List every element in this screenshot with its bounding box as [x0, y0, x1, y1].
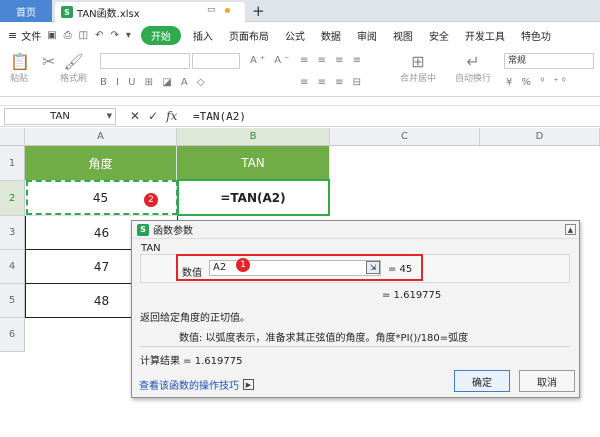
font-size-select[interactable] [192, 53, 240, 69]
cancel-button[interactable]: 取消 [519, 370, 575, 392]
name-box-value: TAN [50, 111, 70, 122]
menu-bar: ≡ 文件 ▣ ⎙ ◫ ↶ ↷ ▾ 开始 插入 页面布局 公式 数据 审阅 视图 … [0, 23, 600, 47]
file-menu[interactable]: ≡ 文件 [0, 28, 41, 43]
tab-data[interactable]: 数据 [313, 28, 349, 43]
dropdown-icon[interactable]: ▾ [126, 30, 131, 41]
tab-developer[interactable]: 开发工具 [457, 28, 513, 43]
row-header-1[interactable]: 1 [0, 146, 25, 181]
format-painter-button[interactable]: 🖌 格式刷 [60, 52, 87, 84]
merge-center-button[interactable]: ⊞ 合并居中 [400, 52, 436, 84]
paste-button[interactable]: 📋 粘贴 [10, 52, 30, 84]
argument-description: 数值: 以弧度表示，准备求其正弦值的角度。角度*PI()/180=弧度 [179, 333, 469, 344]
paste-icon: 📋 [10, 52, 30, 71]
argument-highlight-box [176, 254, 423, 281]
formula-result-preview: = 1.619775 [382, 290, 442, 301]
preview-icon[interactable]: ◫ [79, 30, 88, 41]
function-name: TAN [141, 243, 161, 254]
video-icon: ▶ [243, 379, 254, 390]
align-tools-2[interactable]: ≡ ≡ ≡ ⊟ [300, 77, 364, 88]
auto-wrap-label: 自动换行 [455, 74, 492, 84]
number-format-select[interactable]: 常规 [504, 53, 594, 69]
font-name-select[interactable] [100, 53, 190, 69]
help-link[interactable]: 查看该函数的操作技巧 ▶ [139, 377, 254, 392]
divider [140, 346, 570, 347]
format-painter-label: 格式刷 [60, 74, 88, 84]
font-grow-tools[interactable]: A⁺ A⁻ [250, 55, 292, 66]
unsaved-dot-icon [225, 8, 230, 13]
new-tab-button[interactable]: + [252, 2, 265, 20]
auto-wrap-button[interactable]: ↵ 自动换行 [455, 52, 491, 84]
column-header-d[interactable]: D [480, 128, 600, 146]
row-header-6[interactable]: 6 [0, 318, 25, 352]
confirm-icon[interactable]: ✓ [148, 109, 158, 123]
formula-input[interactable]: =TAN(A2) [193, 110, 246, 123]
scroll-up-icon[interactable]: ▲ [565, 224, 576, 235]
help-link-label[interactable]: 查看该函数的操作技巧 [139, 377, 239, 392]
function-arguments-dialog: S 函数参数 ▲ TAN 数值 A2 ⇲ = 45 1 = 1.619775 返… [131, 220, 580, 398]
wrap-icon: ↵ [466, 52, 480, 71]
column-header-b[interactable]: B [177, 128, 330, 146]
active-cell-border [177, 179, 330, 216]
hamburger-icon: ≡ [8, 28, 18, 42]
cell-a1[interactable]: 角度 [25, 146, 177, 181]
cut-icon: ✂ [42, 52, 56, 71]
calculation-result: 计算结果 = 1.619775 [140, 356, 243, 367]
insert-function-icon[interactable]: fx [166, 109, 177, 123]
home-tab[interactable]: 首页 [0, 0, 52, 22]
name-box[interactable]: TAN ▼ [4, 108, 116, 125]
step-badge-2: 2 [144, 193, 158, 207]
column-header-a[interactable]: A [25, 128, 177, 146]
chevron-down-icon[interactable]: ▼ [107, 109, 112, 124]
title-bar: 首页 S TAN函数.xlsx ▭ + [0, 0, 600, 22]
tab-page-layout[interactable]: 页面布局 [221, 28, 277, 43]
tab-formulas[interactable]: 公式 [277, 28, 313, 43]
paste-label: 粘贴 [10, 74, 29, 84]
tab-review[interactable]: 审阅 [349, 28, 385, 43]
tab-security[interactable]: 安全 [421, 28, 457, 43]
file-tab-label: TAN函数.xlsx [77, 8, 140, 20]
formula-bar: TAN ▼ ✕ ✓ fx =TAN(A2) [0, 105, 600, 127]
redo-icon[interactable]: ↷ [111, 30, 119, 41]
row-header-3[interactable]: 3 [0, 216, 25, 250]
column-header-c[interactable]: C [330, 128, 480, 146]
cell-b1[interactable]: TAN [177, 146, 330, 181]
tab-start[interactable]: 开始 [140, 25, 181, 45]
wps-logo-icon: S [137, 223, 149, 236]
cut-button[interactable]: ✂ [42, 52, 55, 71]
row-header-4[interactable]: 4 [0, 250, 25, 284]
number-format-tools[interactable]: ¥ % ⁰ ⁺⁰ [506, 77, 569, 88]
align-tools[interactable]: ≡ ≡ ≡ ≡ [300, 55, 364, 66]
quick-access-toolbar: ▣ ⎙ ◫ ↶ ↷ ▾ [41, 30, 137, 41]
tab-special[interactable]: 特色功 [513, 28, 559, 43]
tab-insert[interactable]: 插入 [185, 28, 221, 43]
cancel-icon[interactable]: ✕ [130, 109, 140, 123]
dialog-title-bar[interactable]: S 函数参数 [132, 221, 579, 239]
undo-icon[interactable]: ↶ [95, 30, 103, 41]
save-icon[interactable]: ▣ [47, 30, 56, 41]
monitor-icon[interactable]: ▭ [207, 5, 216, 15]
ok-button[interactable]: 确定 [454, 370, 510, 392]
file-tab[interactable]: S TAN函数.xlsx ▭ [55, 2, 245, 22]
dialog-title: 函数参数 [153, 226, 193, 237]
merge-icon: ⊞ [411, 52, 425, 71]
row-header-2[interactable]: 2 [0, 181, 25, 216]
tab-view[interactable]: 视图 [385, 28, 421, 43]
formula-controls: ✕ ✓ fx [130, 109, 177, 123]
print-icon[interactable]: ⎙ [64, 30, 72, 41]
select-all-corner[interactable] [0, 128, 25, 146]
row-header-5[interactable]: 5 [0, 284, 25, 318]
font-style-tools[interactable]: B I U ⊞ ◪ A ◇ [100, 77, 208, 88]
function-description: 返回给定角度的正切值。 [140, 313, 250, 324]
format-painter-icon: 🖌 [63, 52, 84, 71]
ribbon: 📋 粘贴 ✂ 🖌 格式刷 B I U ⊞ ◪ A ◇ A⁺ A⁻ ≡ ≡ ≡ ≡… [0, 47, 600, 97]
spreadsheet-icon: S [61, 6, 73, 18]
file-menu-label: 文件 [21, 31, 42, 43]
merge-center-label: 合并居中 [400, 74, 437, 84]
step-badge-1: 1 [236, 258, 250, 272]
